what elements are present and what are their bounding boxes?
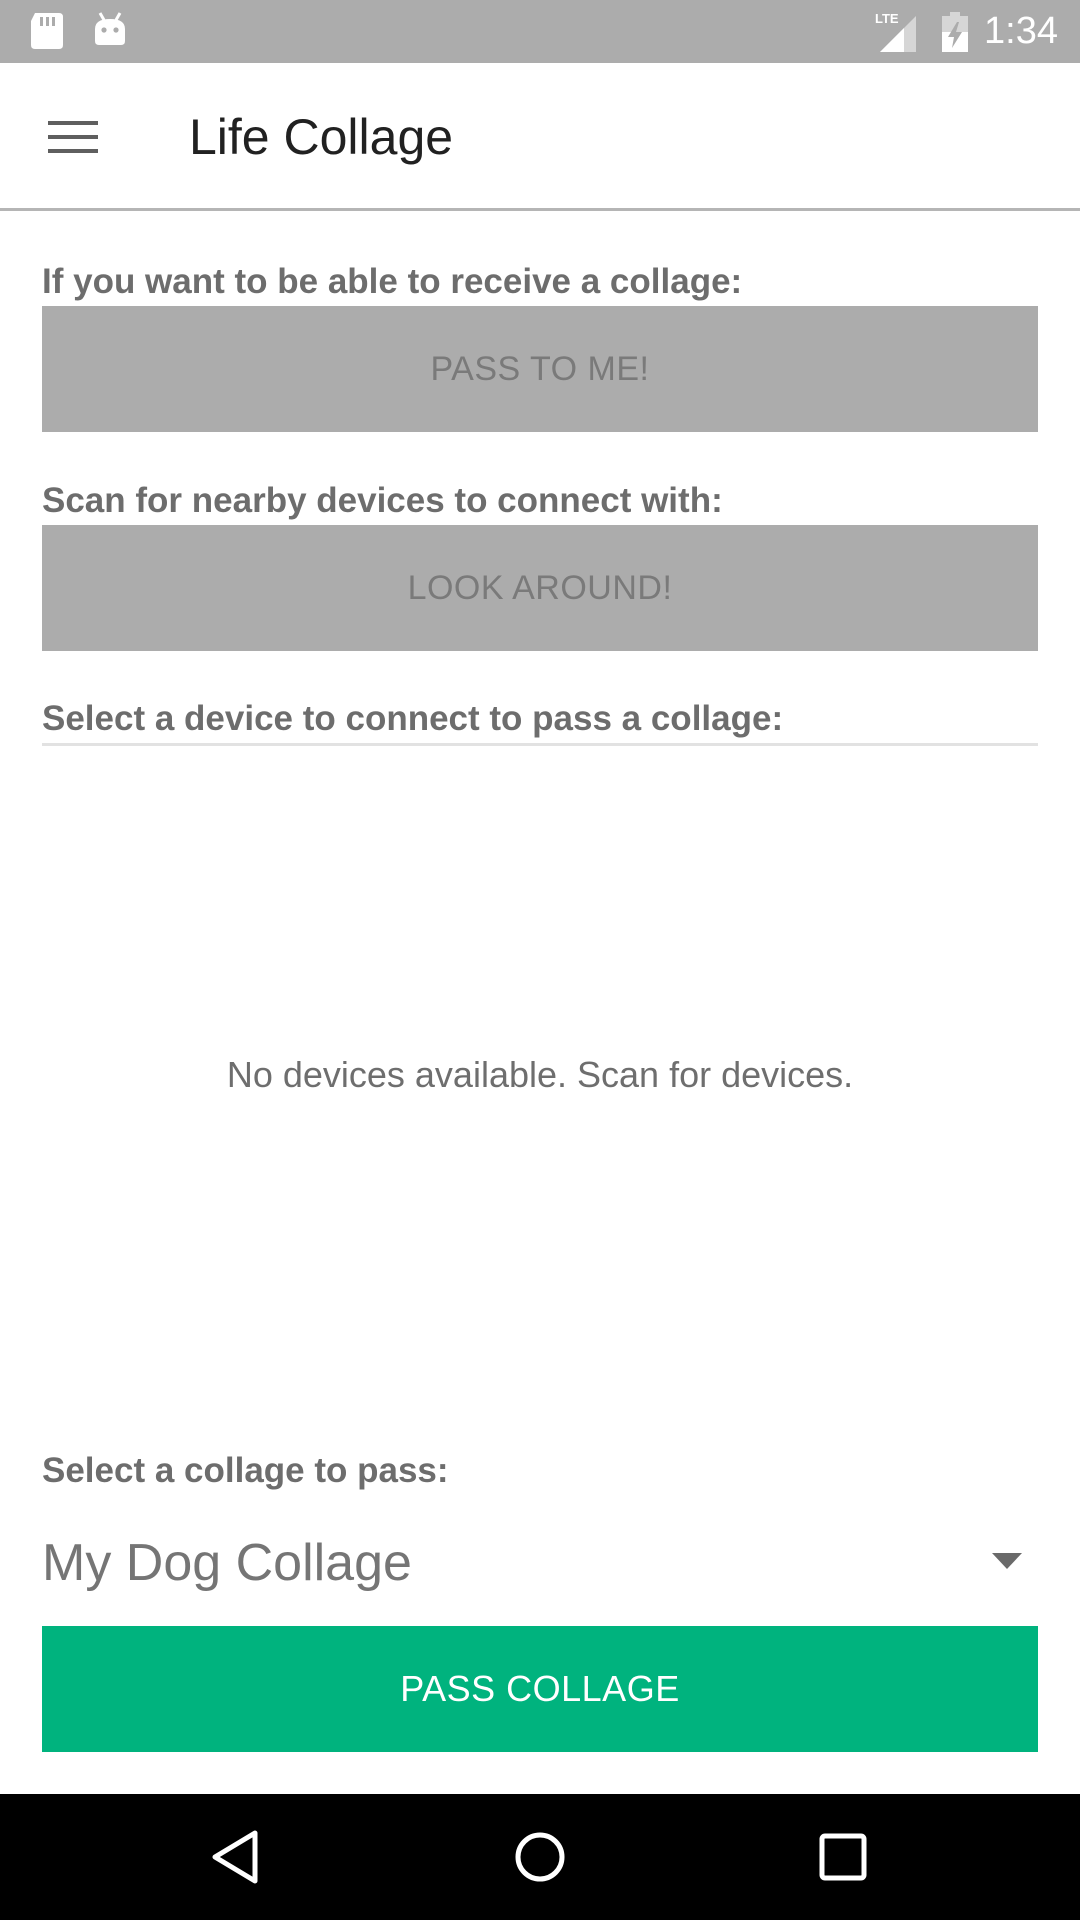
collage-section-label: Select a collage to pass: xyxy=(42,1451,449,1490)
android-icon xyxy=(95,12,125,45)
devices-divider xyxy=(42,743,1038,746)
lte-signal-icon: LTE xyxy=(875,11,916,52)
scan-section-label: Scan for nearby devices to connect with: xyxy=(42,481,723,520)
receive-section-label: If you want to be able to receive a coll… xyxy=(42,262,743,301)
pass-collage-button[interactable]: PASS COLLAGE xyxy=(42,1626,1038,1752)
sd-card-icon xyxy=(31,13,63,49)
home-icon[interactable] xyxy=(510,1827,570,1887)
selected-collage-value: My Dog Collage xyxy=(42,1534,412,1592)
devices-section-label: Select a device to connect to pass a col… xyxy=(42,699,784,738)
empty-devices-message: No devices available. Scan for devices. xyxy=(226,1054,854,1095)
hamburger-menu-icon[interactable] xyxy=(36,109,110,165)
app-bar: Life Collage xyxy=(0,63,1080,211)
status-bar: LTE 1:34 xyxy=(0,0,1080,63)
back-icon[interactable] xyxy=(205,1827,265,1887)
navigation-bar xyxy=(0,1794,1080,1920)
look-around-button[interactable]: LOOK AROUND! xyxy=(42,525,1038,651)
status-clock: 1:34 xyxy=(984,10,1058,52)
collage-dropdown[interactable]: My Dog Collage xyxy=(42,1530,1038,1596)
svg-text:LTE: LTE xyxy=(875,11,899,26)
dropdown-arrow-icon xyxy=(992,1553,1022,1569)
page-title: Life Collage xyxy=(189,109,454,165)
pass-to-me-button[interactable]: PASS TO ME! xyxy=(42,306,1038,432)
recents-icon[interactable] xyxy=(813,1827,873,1887)
battery-charging-icon xyxy=(942,12,968,52)
